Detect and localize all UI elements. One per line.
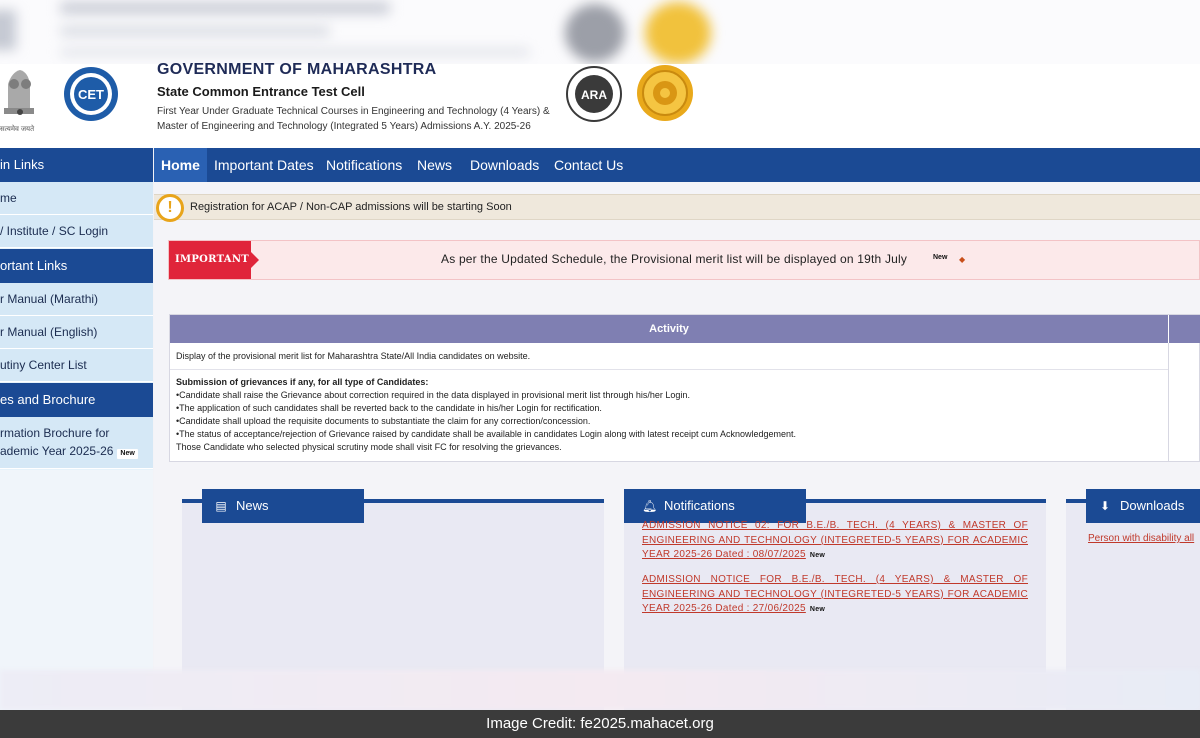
sidebar-heading-brochure: es and Brochure <box>0 383 153 417</box>
ara-logo-text: ARA <box>581 88 607 102</box>
grievance-line: •Candidate shall upload the requisite do… <box>176 416 591 426</box>
header-subtitle-line2: Master of Engineering and Technology (In… <box>157 121 531 132</box>
brochure-label-line2: ademic Year 2025-26 <box>0 444 114 458</box>
nav-contact-us[interactable]: Contact Us <box>554 148 623 182</box>
maharashtra-seal-icon <box>637 65 693 121</box>
grievance-line: •The status of acceptance/rejection of G… <box>176 429 797 439</box>
ara-logo: ARA <box>566 66 622 122</box>
activity-header-extra-column <box>1169 315 1200 343</box>
cet-logo: CET <box>64 67 118 121</box>
grievance-line: •The application of such candidates shal… <box>176 403 602 413</box>
downloads-link[interactable]: Person with disability all <box>1088 533 1194 544</box>
notification-link[interactable]: ADMISSION NOTICE 02: FOR B.E./B. TECH. (… <box>642 519 1028 564</box>
warning-icon: ! <box>156 194 184 222</box>
bell-icon: 🔔︎ <box>642 499 658 513</box>
download-icon: ⬇ <box>1099 499 1111 513</box>
sidebar: in Links me / Institute / SC Login ortan… <box>0 148 153 710</box>
new-badge: New <box>809 552 826 559</box>
activity-header: Activity <box>170 315 1168 343</box>
blurred-top-banner <box>0 0 1200 64</box>
nav-news[interactable]: News <box>417 148 452 182</box>
grievance-line: Those Candidate who selected physical sc… <box>176 442 562 452</box>
registration-alert: ! Registration for ACAP / Non-CAP admiss… <box>154 194 1200 222</box>
activity-table: Activity Display of the provisional meri… <box>169 314 1200 462</box>
grievance-title: Submission of grievances if any, for all… <box>176 377 429 387</box>
new-badge: New <box>117 449 138 459</box>
important-marquee: IMPORTANT As per the Updated Schedule, t… <box>168 240 1200 280</box>
sidebar-item-home[interactable]: me <box>0 182 153 215</box>
column-divider <box>1168 343 1169 462</box>
main-content: ! Registration for ACAP / Non-CAP admiss… <box>154 182 1200 710</box>
nav-home[interactable]: Home <box>154 148 207 182</box>
new-badge: New <box>809 606 826 613</box>
sidebar-item-manual-marathi[interactable]: r Manual (Marathi) <box>0 283 153 316</box>
nav-downloads[interactable]: Downloads <box>470 148 539 182</box>
newspaper-icon: ▤ <box>215 499 227 513</box>
cet-logo-text: CET <box>78 87 104 102</box>
important-text[interactable]: As per the Updated Schedule, the Provisi… <box>441 252 907 266</box>
notification-link[interactable]: ADMISSION NOTICE FOR B.E./B. TECH. (4 YE… <box>642 573 1028 618</box>
news-panel-tab[interactable]: ▤ News <box>202 489 364 523</box>
emblem-caption: सत्यमेव जयते <box>0 126 35 133</box>
government-title: GOVERNMENT OF MAHARASHTRA <box>157 61 437 78</box>
nav-notifications[interactable]: Notifications <box>326 148 402 182</box>
brochure-label-line1: rmation Brochure for <box>0 426 110 440</box>
sidebar-item-manual-english[interactable]: r Manual (English) <box>0 316 153 349</box>
notification-text: ADMISSION NOTICE 02: FOR B.E./B. TECH. (… <box>642 520 1028 560</box>
downloads-panel-title: Downloads <box>1120 498 1185 513</box>
sidebar-heading-important-links: ortant Links <box>0 249 153 283</box>
notifications-panel-title: Notifications <box>664 498 735 513</box>
cell-title: State Common Entrance Test Cell <box>157 84 365 99</box>
image-credit: Image Credit: fe2025.mahacet.org <box>0 710 1200 738</box>
sidebar-item-scrutiny-center[interactable]: utiny Center List <box>0 349 153 382</box>
new-badge: New <box>933 254 948 261</box>
sidebar-item-login[interactable]: / Institute / SC Login <box>0 215 153 248</box>
news-panel-title: News <box>236 498 269 513</box>
activity-row-merit-list: Display of the provisional merit list fo… <box>176 351 531 361</box>
row-divider <box>170 369 1168 370</box>
notifications-panel-tab[interactable]: 🔔︎ Notifications <box>624 489 806 523</box>
blurred-bottom-strip <box>0 670 1200 710</box>
important-tag: IMPORTANT <box>169 241 259 279</box>
sidebar-heading-main-links: in Links <box>0 148 153 182</box>
diamond-icon: ◆ <box>959 255 966 264</box>
header-subtitle-line1: First Year Under Graduate Technical Cour… <box>157 106 550 117</box>
main-navigation: Home Important Dates Notifications News … <box>154 148 1200 182</box>
downloads-panel-tab[interactable]: ⬇ Downloads <box>1086 489 1200 523</box>
nav-important-dates[interactable]: Important Dates <box>214 148 314 182</box>
sidebar-item-information-brochure[interactable]: rmation Brochure for ademic Year 2025-26… <box>0 417 153 469</box>
grievance-line: •Candidate shall raise the Grievance abo… <box>176 390 690 400</box>
notification-text: ADMISSION NOTICE FOR B.E./B. TECH. (4 YE… <box>642 574 1028 614</box>
alert-text[interactable]: Registration for ACAP / Non-CAP admissio… <box>190 201 512 213</box>
